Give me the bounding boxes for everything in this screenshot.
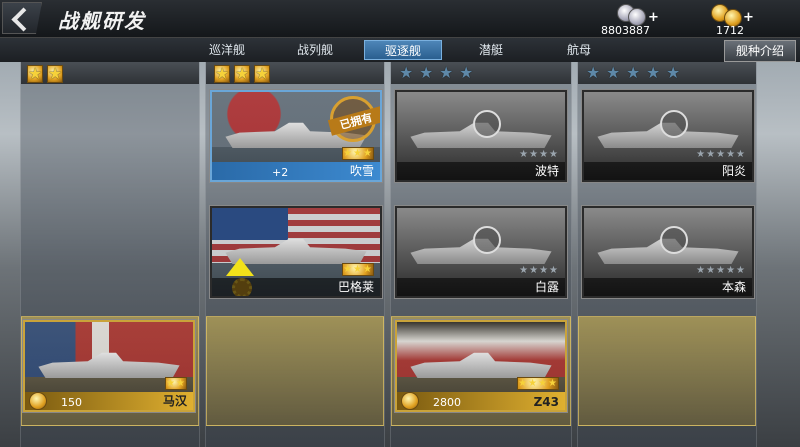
lock-icon	[472, 110, 501, 138]
ship-stars: ★★★★★	[696, 149, 746, 160]
tab-submarine[interactable]: 潜艇	[452, 40, 530, 60]
highlight-zone	[578, 316, 756, 426]
ship-name: 本森	[721, 280, 746, 294]
ship-name: 吹雪	[349, 164, 374, 178]
tier-header: ★ ★ ★ ★	[391, 62, 571, 84]
ship-level: +2	[272, 166, 289, 179]
ship-name: 马汉	[162, 394, 187, 408]
tab-carrier[interactable]: 航母	[540, 40, 618, 60]
tier-column-3-star: ★ ★ ★ 已拥有 ★★★ +2 吹雪 ★★★ 巴格莱	[205, 62, 385, 447]
tab-destroyer[interactable]: 驱逐舰	[364, 40, 442, 60]
highlight-zone	[206, 316, 384, 426]
star-icon: ★	[666, 63, 681, 82]
tab-battleship[interactable]: 战列舰	[276, 40, 354, 60]
ship-card-z43[interactable]: ★★★★ 2800 Z43	[395, 320, 567, 412]
ship-bar: 150 马汉	[25, 392, 193, 410]
ship-name: 波特	[534, 164, 559, 178]
ship-name: 阳炎	[721, 164, 746, 178]
ship-name: Z43	[533, 395, 559, 409]
ship-bar: +2 吹雪	[212, 162, 380, 180]
ship-name: 白露	[534, 280, 559, 294]
lock-icon	[659, 226, 688, 254]
add-silver-button[interactable]: +	[648, 10, 659, 25]
back-button[interactable]	[2, 2, 42, 34]
flag-canton	[212, 208, 288, 240]
star-icon: ★	[214, 64, 231, 83]
ship-card-bagley[interactable]: ★★★ 巴格莱	[210, 206, 382, 298]
ship-card-benson[interactable]: ★★★★★ 本森	[582, 206, 754, 298]
ship-name: 巴格莱	[337, 280, 374, 294]
tier-column-2-star: ★ ★ ★★ 150 马汉	[20, 62, 200, 447]
ship-card-shiratsuyu[interactable]: ★★★★ 白露	[395, 206, 567, 298]
tier-column-4-star: ★ ★ ★ ★ ★★★★ 波特 ★★★★ 白露 ★★★★ 2800 Z43	[390, 62, 572, 447]
ship-card-kagero[interactable]: ★★★★★ 阳炎	[582, 90, 754, 182]
star-icon: ★	[606, 63, 621, 82]
star-icon: ★	[234, 64, 251, 83]
ship-card-porter[interactable]: ★★★★ 波特	[395, 90, 567, 182]
ship-stars: ★★	[165, 377, 187, 390]
tier-header: ★ ★ ★ ★ ★	[578, 62, 756, 84]
star-icon: ★	[646, 63, 661, 82]
ship-stars: ★★★	[342, 147, 374, 160]
star-icon: ★	[399, 63, 414, 82]
ship-price: 150	[61, 396, 82, 409]
ship-type-intro-button[interactable]: 舰种介绍	[724, 40, 796, 62]
ship-bar: 阳炎	[584, 162, 752, 180]
ship-bar: 白露	[397, 278, 565, 296]
ship-stars: ★★★★	[519, 265, 559, 276]
ship-stars: ★★★	[342, 263, 374, 276]
star-icon: ★	[419, 63, 434, 82]
upgrade-arrow-icon[interactable]	[226, 258, 254, 276]
page-title: 战舰研发	[58, 9, 146, 33]
gold-amount: 1712	[716, 24, 744, 37]
star-icon: ★	[626, 63, 641, 82]
owned-badge: 已拥有	[327, 96, 380, 142]
top-bar: 战舰研发 + 8803887 + 1712	[0, 0, 800, 38]
star-icon: ★	[439, 63, 454, 82]
lock-icon	[472, 226, 501, 254]
ship-stars: ★★★★	[519, 149, 559, 160]
gold-coin-icon	[401, 392, 419, 410]
star-icon: ★	[254, 64, 271, 83]
ship-card-fubuki[interactable]: 已拥有 ★★★ +2 吹雪	[210, 90, 382, 182]
ship-bar: 巴格莱	[212, 278, 380, 296]
lock-icon	[659, 110, 688, 138]
ship-stars: ★★★★★	[696, 265, 746, 276]
ship-card-mahan[interactable]: ★★ 150 马汉	[23, 320, 195, 412]
ship-bar: 2800 Z43	[397, 392, 565, 410]
tier-header: ★ ★ ★	[206, 62, 384, 84]
gold-coin-icon	[29, 392, 47, 410]
star-icon: ★	[459, 63, 474, 82]
tier-column-5-star: ★ ★ ★ ★ ★ ★★★★★ 阳炎 ★★★★★ 本森	[577, 62, 757, 447]
star-icon: ★	[586, 63, 601, 82]
add-gold-button[interactable]: +	[743, 10, 754, 25]
tier-header: ★ ★	[21, 62, 199, 84]
tab-cruiser[interactable]: 巡洋舰	[188, 40, 266, 60]
star-icon: ★	[47, 64, 64, 83]
ship-type-tabs: 巡洋舰 战列舰 驱逐舰 潜艇 航母 舰种介绍	[0, 38, 800, 62]
star-icon: ★	[27, 64, 44, 83]
silver-amount: 8803887	[601, 24, 650, 37]
ship-price: 2800	[433, 396, 461, 409]
ship-stars: ★★★★	[517, 377, 559, 390]
ship-bar: 本森	[584, 278, 752, 296]
ship-bar: 波特	[397, 162, 565, 180]
